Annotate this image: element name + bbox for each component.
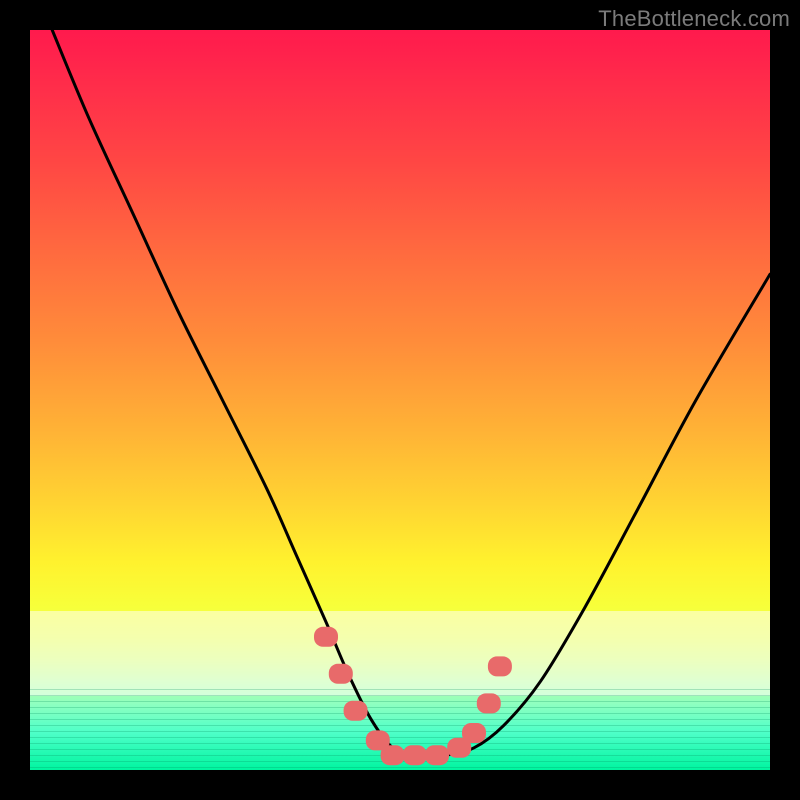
pale-band [30,611,770,696]
bottom-stripes [30,689,770,770]
curve-marker [462,723,486,743]
curve-marker [329,664,353,684]
curve-marker [447,738,471,758]
curve-layer [30,30,770,770]
curve-marker [366,730,390,750]
curve-marker [488,656,512,676]
curve-marker [403,745,427,765]
curve-marker [314,627,338,647]
curve-marker [425,745,449,765]
curve-marker [381,745,405,765]
curve-marker [344,701,368,721]
watermark-text: TheBottleneck.com [598,6,790,32]
bottleneck-curve [52,30,770,756]
curve-marker [477,693,501,713]
chart-frame: TheBottleneck.com [0,0,800,800]
plot-area [30,30,770,770]
